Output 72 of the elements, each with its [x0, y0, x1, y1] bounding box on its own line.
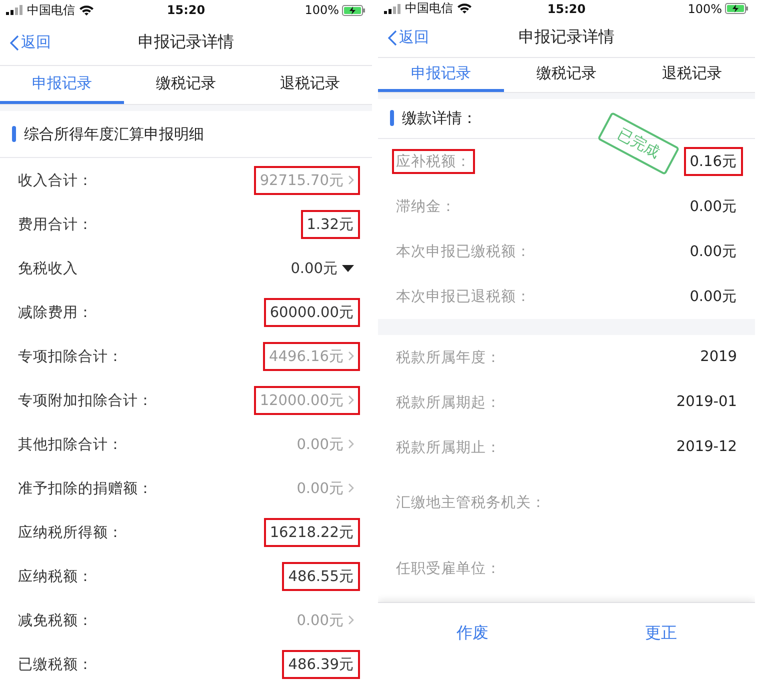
row-value: 0.00元 — [688, 288, 738, 307]
page-title: 申报记录详情 — [518, 27, 614, 48]
row-value: 0.00元 — [688, 198, 738, 217]
row-value: 0.00元 — [688, 242, 738, 262]
row-label: 本次申报已退税额： — [395, 288, 532, 307]
row-label: 税款所属年度： — [395, 348, 502, 368]
row-label: 应纳税所得额： — [17, 524, 124, 542]
carrier-name: 中国电信 — [27, 2, 75, 18]
row-label: 本次申报已缴税额： — [395, 242, 532, 262]
row-label: 应纳税额： — [17, 568, 94, 586]
wifi-icon — [457, 3, 472, 14]
section-title: 缴款详情： — [402, 108, 477, 128]
action-button[interactable]: 作废 — [448, 618, 496, 648]
row-value: 2019-01 — [675, 393, 738, 412]
row-label: 准予扣除的捐赠额： — [17, 480, 154, 498]
row-value[interactable]: 0.00元 — [290, 474, 360, 502]
row-label: 其他扣除合计： — [17, 436, 124, 454]
row-label: 税款所属期起： — [395, 394, 502, 413]
battery-charging-icon — [342, 4, 366, 16]
row-label: 专项附加扣除合计： — [17, 392, 154, 410]
carrier-name: 中国电信 — [405, 0, 453, 18]
status-time: 15:20 — [166, 3, 206, 17]
section-title: 综合所得年度汇算申报明细 — [24, 124, 204, 144]
row-value: 2019-12 — [675, 438, 738, 458]
row-value[interactable]: 12000.00元 — [254, 386, 360, 414]
chevron-right-icon — [348, 395, 354, 405]
back-chevron-icon — [10, 34, 19, 50]
row-label: 已缴税额： — [17, 656, 94, 674]
row-label: 减免税额： — [17, 612, 94, 630]
signal-icon — [6, 5, 23, 15]
row-label: 应补税额： — [392, 148, 475, 174]
signal-icon — [384, 4, 401, 14]
row-label: 专项扣除合计： — [17, 348, 124, 366]
row-value: 2019 — [699, 348, 738, 368]
back-link[interactable]: 返回 — [0, 33, 51, 52]
row-value[interactable]: 0.00元 — [284, 254, 360, 282]
chevron-right-icon — [348, 483, 354, 493]
battery-percent: 100% — [688, 2, 722, 16]
completed-stamp: 已完成 — [597, 112, 680, 176]
row-label: 收入合计： — [17, 172, 94, 190]
page-title: 申报记录详情 — [138, 32, 234, 53]
row-label: 减除费用： — [17, 304, 94, 322]
row-value: 16218.22元 — [264, 518, 360, 546]
row-label: 汇缴地主管税务机关： — [395, 494, 547, 514]
row-label: 费用合计： — [17, 216, 94, 234]
row-value: 1.32元 — [300, 210, 360, 238]
wifi-icon — [79, 4, 94, 16]
status-time: 15:20 — [547, 2, 586, 16]
row-value[interactable]: 0.00元 — [290, 606, 360, 634]
row-label: 税款所属期止： — [395, 438, 502, 458]
section-accent-bar — [390, 110, 394, 126]
row-value: 486.55元 — [282, 562, 360, 590]
row-value[interactable]: 4496.16元 — [263, 342, 360, 370]
back-chevron-icon — [388, 30, 397, 46]
caret-down-icon — [342, 264, 354, 272]
chevron-right-icon — [348, 351, 354, 361]
row-value: 486.39元 — [282, 650, 360, 678]
chevron-right-icon — [348, 615, 354, 625]
row-value[interactable]: 0.00元 — [290, 430, 360, 458]
row-label: 任职受雇单位： — [395, 560, 502, 580]
row-label: 免税收入 — [17, 260, 79, 278]
battery-percent: 100% — [304, 3, 340, 17]
chevron-right-icon — [348, 439, 354, 449]
action-button[interactable]: 更正 — [636, 618, 685, 648]
chevron-right-icon — [348, 175, 354, 185]
battery-charging-icon — [725, 3, 750, 14]
back-link[interactable]: 返回 — [378, 28, 429, 48]
row-value: 0.16元 — [684, 146, 743, 176]
row-value: 60000.00元 — [264, 298, 360, 326]
row-label: 滞纳金： — [395, 198, 457, 217]
row-value[interactable]: 92715.70元 — [254, 166, 360, 194]
section-accent-bar — [12, 126, 16, 142]
